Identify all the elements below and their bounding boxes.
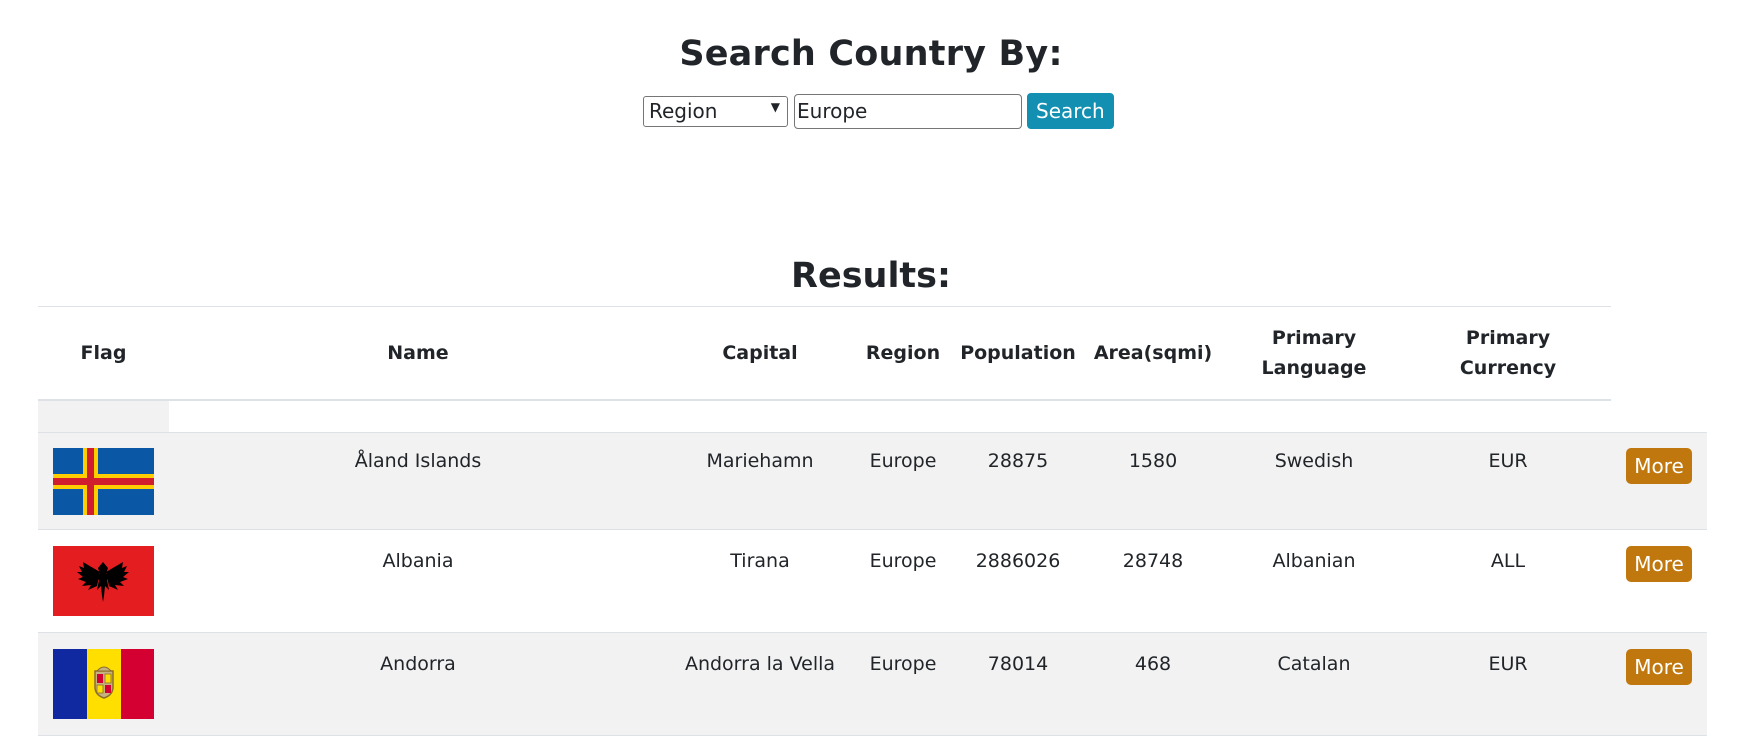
country-region: Europe — [869, 450, 937, 472]
more-button[interactable]: More — [1626, 649, 1692, 685]
search-form: Region ▼ Search — [643, 93, 1114, 129]
country-population: 2886026 — [975, 550, 1061, 572]
more-button[interactable]: More — [1626, 546, 1692, 582]
country-language: Albanian — [1272, 550, 1356, 572]
flag-albania-icon — [53, 546, 154, 616]
results-title: Results: — [791, 256, 951, 296]
more-button[interactable]: More — [1626, 448, 1692, 484]
search-button[interactable]: Search — [1027, 93, 1114, 129]
column-header-population: Population — [960, 342, 1076, 364]
column-header-capital: Capital — [722, 342, 798, 364]
country-region: Europe — [869, 550, 937, 572]
country-capital: Andorra la Vella — [684, 653, 836, 675]
table-empty-row — [38, 401, 169, 432]
column-header-primary-language: Primary Language — [1261, 327, 1367, 379]
country-population: 78014 — [987, 653, 1049, 675]
column-header-region: Region — [865, 342, 941, 364]
country-currency: EUR — [1488, 450, 1528, 472]
search-filter-select[interactable]: Region ▼ — [643, 95, 788, 127]
country-area: 1580 — [1128, 450, 1178, 472]
country-area: 28748 — [1122, 550, 1184, 572]
chevron-down-icon: ▼ — [770, 99, 780, 114]
country-name: Åland Islands — [354, 450, 482, 472]
country-language: Catalan — [1277, 653, 1351, 675]
table-header-rule — [38, 399, 1611, 401]
search-filter-value: Region — [649, 99, 718, 123]
table-row: Andorra Andorra la Vella Europe 78014 46… — [38, 633, 1707, 736]
country-language: Swedish — [1274, 450, 1354, 472]
country-population: 28875 — [987, 450, 1049, 472]
country-area: 468 — [1134, 653, 1172, 675]
country-currency: ALL — [1490, 550, 1526, 572]
search-title: Search Country By: — [679, 34, 1063, 74]
country-currency: EUR — [1488, 653, 1528, 675]
flag-aland-icon — [53, 448, 154, 515]
flag-andorra-icon — [53, 649, 154, 719]
column-header-area: Area(sqmi) — [1093, 342, 1213, 364]
search-input[interactable] — [794, 93, 1022, 129]
column-header-name: Name — [387, 342, 449, 364]
column-header-primary-currency: Primary Currency — [1459, 327, 1557, 379]
country-region: Europe — [869, 653, 937, 675]
table-row: Albania Tirana Europe 2886026 28748 Alba… — [38, 530, 1707, 633]
country-name: Andorra — [380, 653, 456, 675]
country-capital: Mariehamn — [706, 450, 814, 472]
column-header-flag: Flag — [80, 342, 127, 364]
country-capital: Tirana — [730, 550, 790, 572]
country-name: Albania — [382, 550, 454, 572]
table-row: Åland Islands Mariehamn Europe 28875 158… — [38, 433, 1707, 530]
